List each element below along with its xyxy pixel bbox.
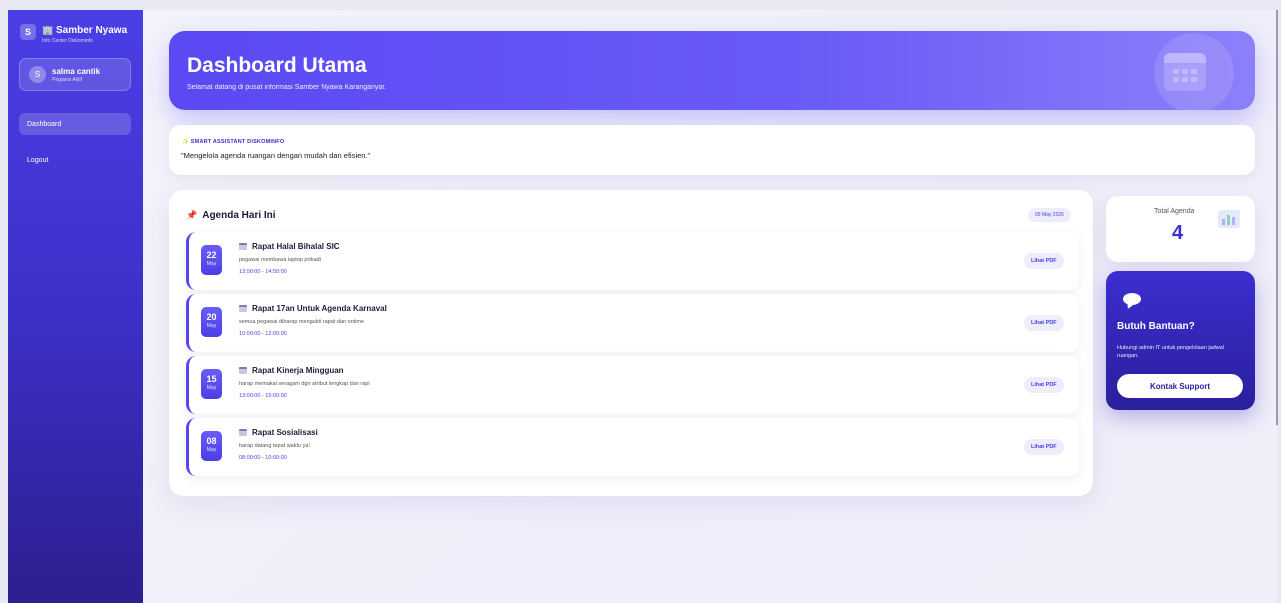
agenda-item-time: 13:00:00 - 14:50:00 (239, 269, 287, 275)
agenda-item-desc: semua pegawai diharap mengukti rapat dan… (239, 319, 365, 325)
agenda-item-desc: harap datang tepat waktu ya! (239, 443, 310, 449)
agenda-item: 22 May Rapat Halal Bihalal SIC pegawai m… (186, 232, 1079, 290)
page-header: Dashboard Utama Selamat datang di pusat … (169, 31, 1255, 110)
agenda-item-title: Rapat 17an Untuk Agenda Karnaval (252, 304, 387, 313)
bar-chart-icon (1218, 210, 1240, 228)
view-pdf-button[interactable]: Lihat PDF (1024, 253, 1064, 269)
pushpin-icon: 📌 (186, 210, 198, 220)
date-box: 22 May (201, 245, 222, 275)
page-title: Dashboard Utama (187, 54, 367, 77)
assistant-label: SMART ASSISTANT DISKOMINFO (190, 139, 285, 145)
date-month: May (206, 447, 217, 453)
agenda-item-title: Rapat Kinerja Mingguan (252, 366, 344, 375)
date-badge: 09 May 2026 (1028, 208, 1071, 222)
agenda-item-time: 08:00:00 - 10:00:00 (239, 455, 287, 461)
user-name: salma cantik (52, 66, 101, 76)
view-pdf-button[interactable]: Lihat PDF (1024, 377, 1064, 393)
chat-bubble-icon (1123, 293, 1141, 305)
avatar: S (29, 66, 46, 83)
date-box: 08 May (201, 431, 222, 461)
agenda-item-title: Rapat Sosialisasi (252, 428, 318, 437)
date-box: 15 May (201, 369, 222, 399)
calendar-icon (1164, 53, 1206, 91)
nav-item-dashboard[interactable]: Dashboard (19, 113, 131, 135)
agenda-list: 22 May Rapat Halal Bihalal SIC pegawai m… (186, 232, 1079, 480)
date-month: May (206, 323, 217, 329)
agenda-item-time: 10:00:00 - 12:00:00 (239, 331, 287, 337)
user-card: S salma cantik Pegawai Aktif (19, 58, 131, 91)
assistant-banner: ✨ SMART ASSISTANT DISKOMINFO "Mengelola … (169, 125, 1255, 175)
view-pdf-button[interactable]: Lihat PDF (1024, 439, 1064, 455)
total-agenda-card: Total Agenda 4 (1106, 196, 1255, 262)
assistant-quote: "Mengelola agenda ruangan dengan mudah d… (181, 151, 371, 160)
help-text: Hubungi admin IT untuk pengelolaan jadwa… (1117, 345, 1224, 359)
date-day: 15 (206, 374, 217, 384)
agenda-item-desc: pegawai membawa laptop pribadi (239, 257, 321, 263)
contact-support-button[interactable]: Kontak Support (1117, 374, 1243, 398)
stat-value: 4 (1172, 222, 1184, 244)
date-month: May (206, 385, 217, 391)
brand: S 🏢 Samber Nyawa Info Center Diskominfo (20, 24, 127, 44)
help-title: Butuh Bantuan? (1117, 321, 1195, 332)
date-day: 20 (206, 312, 217, 322)
agenda-item-desc: harap memakai seragam dgn atribut lengka… (239, 381, 370, 387)
sidebar: S 🏢 Samber Nyawa Info Center Diskominfo … (8, 10, 143, 603)
stat-label: Total Agenda (1154, 208, 1195, 215)
agenda-item-title: Rapat Halal Bihalal SIC (252, 242, 340, 251)
calendar-doc-icon (239, 367, 247, 374)
date-month: May (206, 261, 217, 267)
brand-subtitle: Info Center Diskominfo (42, 38, 93, 44)
agenda-item: 20 May Rapat 17an Untuk Agenda Karnaval … (186, 294, 1079, 352)
date-day: 22 (206, 250, 217, 260)
building-icon: 🏢 (42, 25, 54, 35)
calendar-doc-icon (239, 243, 247, 250)
agenda-item: 15 May Rapat Kinerja Mingguan harap mema… (186, 356, 1079, 414)
calendar-doc-icon (239, 429, 247, 436)
page-subtitle: Selamat datang di pusat informasi Samber… (187, 84, 387, 91)
agenda-item-time: 13:00:00 - 15:00:00 (239, 393, 287, 399)
nav-item-logout[interactable]: Logout (19, 149, 131, 171)
date-day: 08 (206, 436, 217, 446)
sparkle-icon: ✨ (182, 139, 190, 145)
user-role: Pegawai Aktif (52, 76, 83, 83)
agenda-panel: 📌 Agenda Hari Ini 09 May 2026 22 May Rap… (169, 190, 1093, 496)
app-frame: S 🏢 Samber Nyawa Info Center Diskominfo … (8, 10, 1277, 603)
date-box: 20 May (201, 307, 222, 337)
agenda-title: Agenda Hari Ini (202, 210, 276, 221)
brand-logo: S (20, 24, 36, 40)
agenda-item: 08 May Rapat Sosialisasi harap datang te… (186, 418, 1079, 476)
view-pdf-button[interactable]: Lihat PDF (1024, 315, 1064, 331)
brand-title: Samber Nyawa (56, 25, 128, 36)
help-card: Butuh Bantuan? Hubungi admin IT untuk pe… (1106, 271, 1255, 410)
calendar-doc-icon (239, 305, 247, 312)
scrollbar[interactable] (1276, 10, 1278, 425)
